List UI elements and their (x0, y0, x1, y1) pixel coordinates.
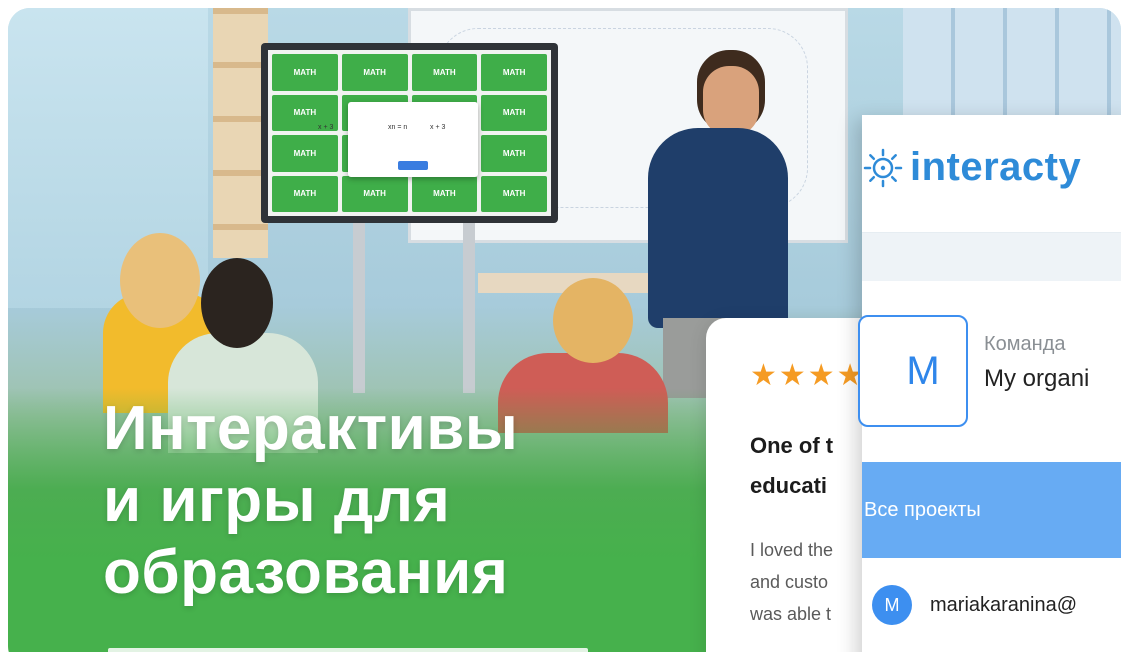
math-tile: MATH (481, 175, 547, 212)
game-modal: x + 3 xn = n x + 3 (318, 102, 478, 177)
modal-card-left: x + 3 (318, 124, 334, 131)
team-selector[interactable]: M Команда My organi (858, 315, 1121, 430)
math-tile: MATH (272, 175, 338, 212)
math-tile: MATH (341, 54, 408, 91)
math-tile: MATH (341, 175, 408, 212)
team-name: My organi (984, 365, 1090, 392)
math-tile: MATH (411, 54, 478, 91)
modal-card-mid: xn = n (388, 124, 408, 131)
bookcase (213, 8, 268, 258)
math-game-grid: MATH MATH MATH MATH MATH MATH MATH MATH … (268, 50, 551, 216)
logo-text: interacty (910, 145, 1082, 189)
modal-button (398, 161, 428, 170)
star-rating: ★★★★ (750, 359, 866, 392)
hero-title-line: Интерактивы (103, 394, 519, 463)
teacher (703, 66, 759, 136)
math-tile: MATH (411, 175, 478, 212)
hero-title: Интерактивы и игры для образования (103, 393, 663, 609)
math-tile: MATH (272, 54, 338, 91)
notice-board (903, 8, 1121, 118)
math-tile: MATH (481, 94, 547, 131)
user-avatar: M (872, 585, 912, 625)
user-email: mariakaranina@ (930, 593, 1078, 616)
sun-logo-icon (863, 148, 903, 187)
hero-title-line: и игры для (103, 466, 451, 535)
student (553, 278, 633, 363)
interacty-logo[interactable]: interacty (862, 145, 1081, 190)
user-account[interactable]: M mariakaranina@ (872, 585, 1077, 625)
math-tile: MATH (481, 54, 547, 91)
modal-card-right: x + 3 (430, 124, 446, 131)
teacher (648, 128, 788, 328)
screen-stand (353, 213, 365, 393)
student (120, 233, 200, 328)
hero-subtitle (108, 648, 588, 652)
math-tile: MATH (481, 135, 547, 172)
team-label: Команда (984, 333, 1066, 355)
header-band (862, 233, 1121, 281)
app-header: interacty (862, 115, 1121, 233)
math-tile: MATH (272, 135, 338, 172)
app-panel: interacty M Команда My organi Все проект… (858, 115, 1121, 652)
team-avatar: M (858, 315, 968, 427)
hero-title-line: образования (103, 538, 509, 607)
all-projects-item[interactable]: Все проекты (862, 462, 1121, 558)
interactive-display: MATH MATH MATH MATH MATH MATH MATH MATH … (261, 43, 558, 223)
screen-stand (463, 213, 475, 393)
student (201, 258, 273, 348)
